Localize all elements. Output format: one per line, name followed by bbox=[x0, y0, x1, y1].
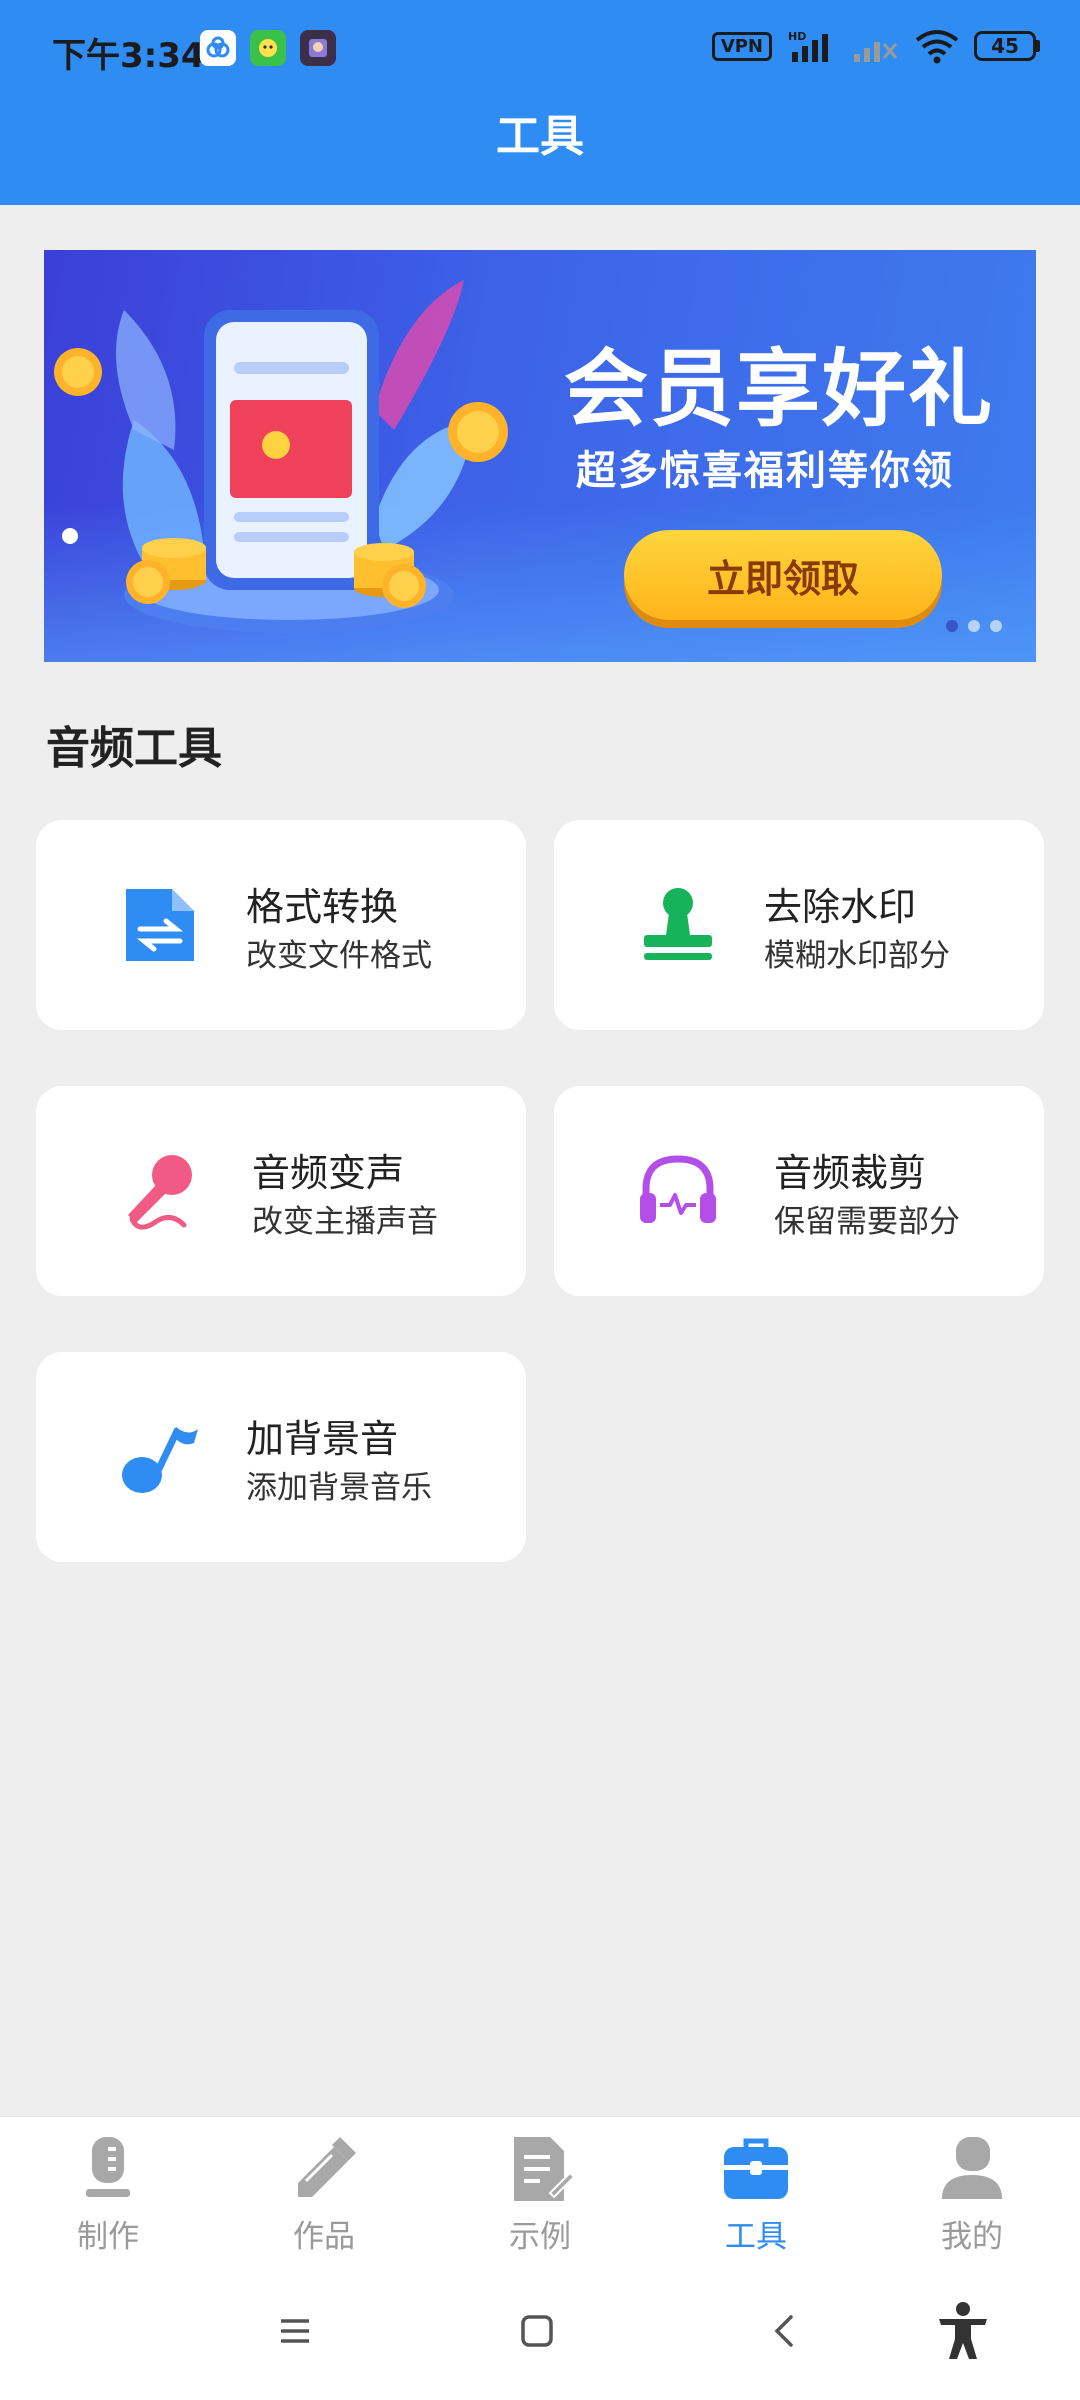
status-indicators: VPN HD 45 bbox=[711, 28, 1040, 64]
tool-title: 去除水印 bbox=[764, 885, 917, 929]
back-chevron-icon bbox=[774, 2315, 793, 2347]
system-nav-bar bbox=[0, 2266, 1080, 2400]
tool-description: 模糊水印部分 bbox=[764, 938, 950, 974]
menu-button[interactable] bbox=[260, 2296, 330, 2366]
menu-icon bbox=[281, 2319, 309, 2343]
battery-level: 45 bbox=[974, 31, 1036, 61]
bottom-nav: 制作 作品 示例 工具 我的 bbox=[0, 2116, 1080, 2266]
nav-label: 工具 bbox=[725, 2219, 787, 2255]
nav-label: 示例 bbox=[509, 2219, 571, 2255]
nav-item-tools[interactable]: 工具 bbox=[676, 2133, 836, 2263]
hd-label: HD bbox=[788, 30, 806, 43]
tool-title: 加背景音 bbox=[246, 1417, 399, 1461]
tool-card-remove-watermark[interactable]: 去除水印 模糊水印部分 bbox=[554, 820, 1044, 1030]
claim-now-button[interactable]: 立即领取 bbox=[624, 530, 942, 620]
signal-off-icon bbox=[854, 42, 898, 62]
headphones-icon bbox=[640, 1155, 716, 1223]
nav-item-examples[interactable]: 示例 bbox=[460, 2133, 620, 2263]
page-title: 工具 bbox=[496, 111, 584, 162]
app-notification-icon bbox=[300, 30, 336, 66]
nav-label: 作品 bbox=[293, 2219, 355, 2255]
stamp-icon bbox=[644, 888, 712, 960]
tool-title: 音频裁剪 bbox=[774, 1151, 927, 1195]
banner-illustration bbox=[54, 280, 508, 633]
tool-description: 改变主播声音 bbox=[252, 1204, 438, 1240]
banner-title: 会员享好礼 bbox=[564, 340, 995, 438]
status-time: 下午3:34 bbox=[52, 36, 205, 76]
microphone-icon bbox=[128, 1155, 192, 1230]
home-button[interactable] bbox=[502, 2296, 572, 2366]
microphone-icon bbox=[86, 2137, 130, 2197]
tool-description: 改变文件格式 bbox=[246, 938, 432, 974]
nav-label: 制作 bbox=[77, 2219, 139, 2255]
banner-pagination bbox=[946, 620, 1002, 632]
app-notification-icon bbox=[250, 30, 286, 66]
tool-card-voice-change[interactable]: 音频变声 改变主播声音 bbox=[36, 1086, 526, 1296]
toolbox-icon bbox=[724, 2138, 788, 2199]
tool-card-background-music[interactable]: 加背景音 添加背景音乐 bbox=[36, 1352, 526, 1562]
tool-title: 音频变声 bbox=[252, 1151, 405, 1195]
accessibility-icon bbox=[939, 2302, 987, 2359]
document-icon bbox=[514, 2137, 576, 2201]
nav-item-make[interactable]: 制作 bbox=[28, 2133, 188, 2263]
music-note-icon bbox=[122, 1427, 198, 1493]
battery-indicator: 45 bbox=[974, 31, 1040, 61]
wifi-icon bbox=[915, 30, 959, 64]
tool-title: 格式转换 bbox=[246, 885, 399, 929]
tool-description: 添加背景音乐 bbox=[246, 1470, 432, 1506]
nav-label: 我的 bbox=[941, 2219, 1003, 2255]
app-header: 下午3:34 VPN HD 45 工具 bbox=[0, 0, 1080, 205]
pagination-dot bbox=[990, 620, 1002, 632]
app-notification-icon bbox=[200, 30, 236, 66]
user-icon bbox=[942, 2137, 1002, 2199]
nav-item-mine[interactable]: 我的 bbox=[892, 2133, 1052, 2263]
signal-icon: HD bbox=[788, 30, 828, 62]
tool-description: 保留需要部分 bbox=[774, 1204, 960, 1240]
back-button[interactable] bbox=[750, 2296, 820, 2366]
edit-icon bbox=[298, 2137, 356, 2197]
pagination-dot bbox=[946, 620, 958, 632]
accessibility-button[interactable] bbox=[928, 2296, 998, 2366]
promo-banner[interactable]: 会员享好礼 超多惊喜福利等你领 立即领取 bbox=[44, 250, 1036, 662]
vpn-badge: VPN bbox=[711, 31, 772, 61]
section-title: 音频工具 bbox=[46, 723, 222, 774]
nav-item-works[interactable]: 作品 bbox=[244, 2133, 404, 2263]
banner-subtitle: 超多惊喜福利等你领 bbox=[576, 448, 954, 494]
tool-card-format-convert[interactable]: 格式转换 改变文件格式 bbox=[36, 820, 526, 1030]
status-bar: 下午3:34 VPN HD 45 bbox=[0, 0, 1080, 100]
tool-card-audio-trim[interactable]: 音频裁剪 保留需要部分 bbox=[554, 1086, 1044, 1296]
pagination-dot bbox=[968, 620, 980, 632]
file-convert-icon bbox=[126, 889, 194, 961]
home-square-icon bbox=[521, 2315, 553, 2347]
